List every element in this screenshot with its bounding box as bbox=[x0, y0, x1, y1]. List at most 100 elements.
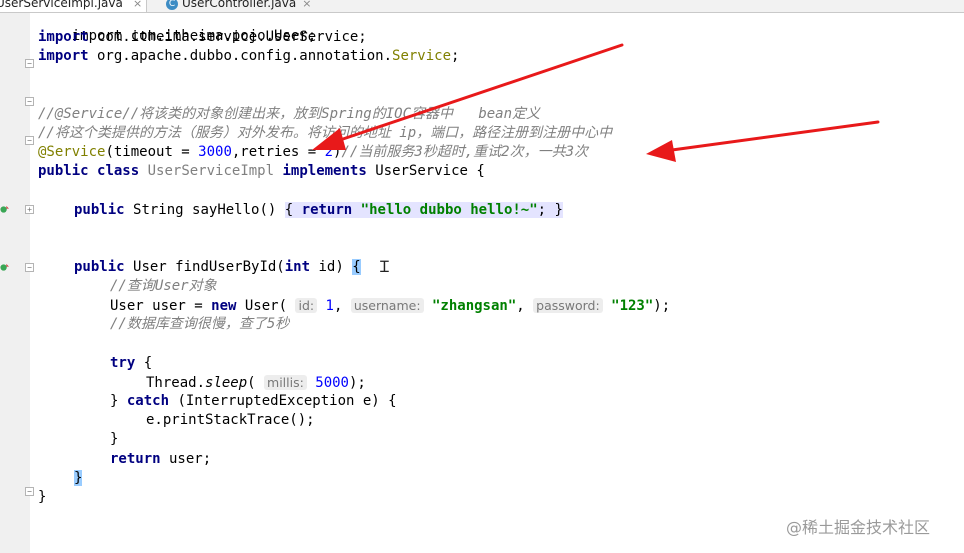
code-line-comment-1: //@Service//将该类的对象创建出来，放到Spring的IOC容器中 b… bbox=[38, 105, 540, 124]
matched-brace: } bbox=[74, 470, 83, 486]
comment-text: 的 bbox=[371, 106, 386, 122]
annotation: @Service bbox=[38, 144, 106, 160]
code-line-import-userservice: import com.itheima.service.UserService; bbox=[38, 28, 367, 47]
keyword: int bbox=[284, 259, 311, 275]
code-text: } bbox=[38, 489, 47, 505]
code-line-try: try { bbox=[110, 354, 152, 373]
code-text: (InterruptedException e) { bbox=[169, 393, 397, 409]
comment-text: //查询User对象 bbox=[110, 278, 217, 294]
keyword: return bbox=[301, 202, 353, 218]
code-text: ( bbox=[247, 375, 265, 391]
code-text: { bbox=[284, 202, 294, 218]
code-text: ); bbox=[653, 298, 671, 314]
keyword: public bbox=[38, 163, 89, 179]
code-text: com.itheima.service.UserService; bbox=[88, 29, 367, 45]
comment-text: //当前服务3秒超时,重试2次，一共3次 bbox=[341, 144, 589, 160]
string-literal: "hello dubbo hello!~" bbox=[360, 202, 538, 218]
method-name: sleep bbox=[205, 375, 248, 391]
code-line-import-service: import org.apache.dubbo.config.annotatio… bbox=[38, 47, 459, 66]
comment-text: //将这个类提供的方法（服务）对外发布。将访问的地址 ip，端口，路径注册到注册… bbox=[38, 125, 613, 141]
code-line-printstacktrace: e.printStackTrace(); bbox=[146, 411, 315, 430]
editor-gutter bbox=[0, 13, 30, 553]
keyword: import bbox=[38, 48, 89, 64]
code-text: (timeout = bbox=[105, 144, 199, 160]
fold-icon[interactable]: − bbox=[25, 136, 34, 145]
keyword: public bbox=[74, 259, 125, 275]
code-line-sleep: Thread.sleep( millis: 5000); bbox=[146, 373, 366, 392]
class-name: Service bbox=[392, 48, 452, 64]
number-literal: 2 bbox=[324, 144, 334, 160]
comment-text: Spring bbox=[321, 106, 372, 122]
class-name: UserServiceImpl bbox=[147, 163, 275, 179]
comment-text: //@Service//将该类的对象创建出来，放到 bbox=[38, 106, 322, 122]
red-arrow-2 bbox=[646, 120, 880, 162]
code-line-service-annotation: @Service(timeout = 3000,retries = 2)//当前… bbox=[38, 143, 588, 162]
code-text: id) bbox=[310, 259, 353, 275]
matched-brace: { bbox=[352, 259, 361, 275]
string-literal: "zhangsan" bbox=[431, 298, 517, 314]
code-text: { bbox=[476, 163, 485, 179]
code-text: User( bbox=[236, 298, 296, 314]
fold-icon[interactable]: − bbox=[25, 263, 34, 272]
number-literal: 1 bbox=[325, 298, 334, 314]
number-literal: 3000 bbox=[198, 144, 232, 160]
parameter-hint: millis: bbox=[264, 375, 307, 390]
fold-icon[interactable]: − bbox=[25, 59, 34, 68]
comment-text: //数据库查询很慢，查了5秒 bbox=[110, 316, 290, 332]
keyword: public bbox=[74, 202, 125, 218]
keyword: import bbox=[38, 29, 89, 45]
number-literal: 5000 bbox=[315, 375, 349, 391]
method-signature: User findUserById( bbox=[133, 259, 285, 275]
code-text: user; bbox=[160, 451, 212, 467]
keyword: new bbox=[211, 298, 237, 314]
code-text: ; bbox=[451, 48, 460, 64]
implement-method-icon[interactable] bbox=[0, 205, 9, 214]
folded-body[interactable]: { return "hello dubbo hello!~"; } bbox=[284, 202, 563, 218]
code-line-import-pojo: import com.itheima.pojo.User; bbox=[38, 8, 316, 44]
code-line-class-declaration: public class UserServiceImpl implements … bbox=[38, 162, 485, 181]
comment-text: bean bbox=[478, 106, 513, 122]
keyword: class bbox=[97, 163, 140, 179]
code-text: } bbox=[554, 202, 563, 218]
comment-text: 定义 bbox=[512, 106, 541, 122]
code-line-comment-2: //将这个类提供的方法（服务）对外发布。将访问的地址 ip，端口，路径注册到注册… bbox=[38, 124, 612, 143]
code-text: User user = bbox=[110, 298, 212, 314]
code-text: { bbox=[135, 355, 153, 371]
code-text: Thread. bbox=[146, 375, 206, 391]
code-text: } bbox=[110, 393, 127, 409]
code-line-close-try: } bbox=[110, 430, 118, 449]
code-text: } bbox=[110, 431, 119, 447]
keyword: implements bbox=[282, 163, 367, 179]
parameter-hint: username: bbox=[350, 298, 424, 313]
fold-icon[interactable]: − bbox=[25, 487, 34, 496]
fold-icon[interactable]: + bbox=[25, 205, 34, 214]
fold-icon[interactable]: − bbox=[25, 97, 34, 106]
keyword: try bbox=[110, 355, 136, 371]
comment-text: IOC bbox=[385, 106, 412, 122]
code-line-catch: } catch (InterruptedException e) { bbox=[110, 392, 397, 411]
method-signature: sayHello() bbox=[192, 202, 277, 218]
comment-text: 容器中 bbox=[411, 106, 479, 122]
code-text: e.printStackTrace(); bbox=[146, 412, 315, 428]
code-line-return: return user; bbox=[110, 450, 211, 469]
code-line-close-class: } bbox=[38, 488, 46, 507]
code-line-close-method: } bbox=[74, 469, 83, 488]
code-text: ,retries = bbox=[231, 144, 325, 160]
code-text: , bbox=[333, 298, 351, 314]
keyword: catch bbox=[126, 393, 170, 409]
code-text: org.apache.dubbo.config.annotation. bbox=[88, 48, 393, 64]
code-text: String bbox=[133, 202, 184, 218]
parameter-hint: password: bbox=[533, 298, 603, 313]
code-line-comment-slow: //数据库查询很慢，查了5秒 bbox=[110, 315, 289, 334]
code-text: ); bbox=[348, 375, 366, 391]
code-line-sayhello: public String sayHello() { return "hello… bbox=[74, 201, 563, 220]
keyword: return bbox=[110, 451, 161, 467]
code-text: , bbox=[516, 298, 534, 314]
watermark-text: @稀土掘金技术社区 bbox=[786, 518, 931, 537]
parameter-hint: id: bbox=[295, 298, 318, 313]
code-line-new-user: User user = new User( id: 1, username: "… bbox=[110, 296, 670, 315]
interface-name: UserService bbox=[375, 163, 468, 179]
text-cursor-icon: Ɪ bbox=[380, 257, 389, 276]
implement-method-icon[interactable] bbox=[0, 263, 9, 272]
code-line-finduserbyid: public User findUserById(int id) { bbox=[74, 258, 361, 277]
